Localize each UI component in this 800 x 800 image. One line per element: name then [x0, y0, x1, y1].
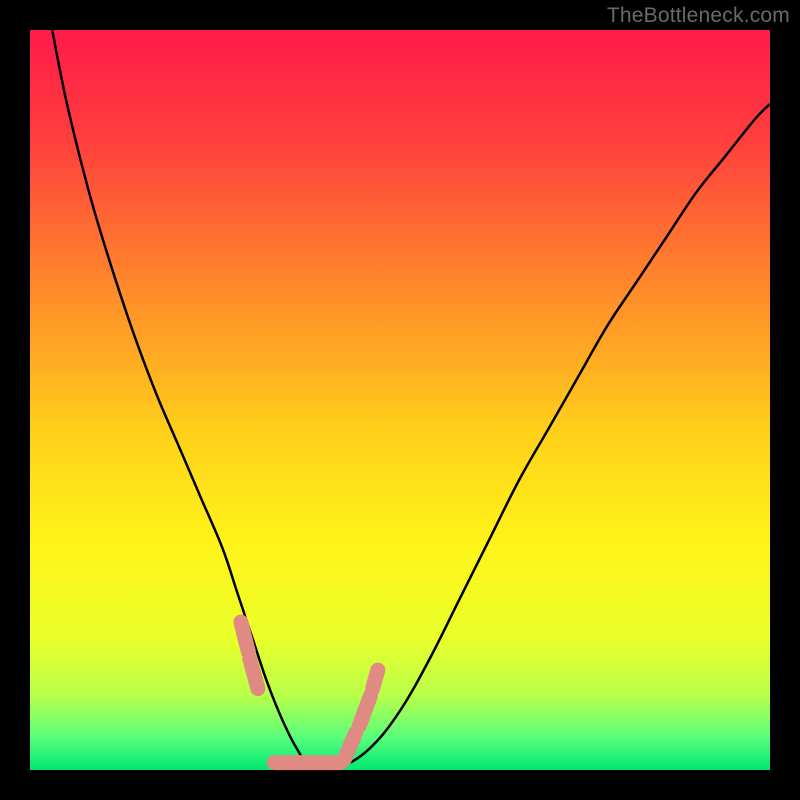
- chart-svg: [0, 0, 800, 800]
- highlight-segment-3: [345, 733, 356, 759]
- highlight-segment-1: [250, 659, 258, 689]
- plot-background: [30, 30, 770, 770]
- watermark-text: TheBottleneck.com: [607, 4, 790, 28]
- highlight-segment-4: [359, 696, 370, 726]
- highlight-segment-5: [373, 670, 378, 689]
- highlight-segment-0: [241, 622, 248, 652]
- chart-stage: TheBottleneck.com: [0, 0, 800, 800]
